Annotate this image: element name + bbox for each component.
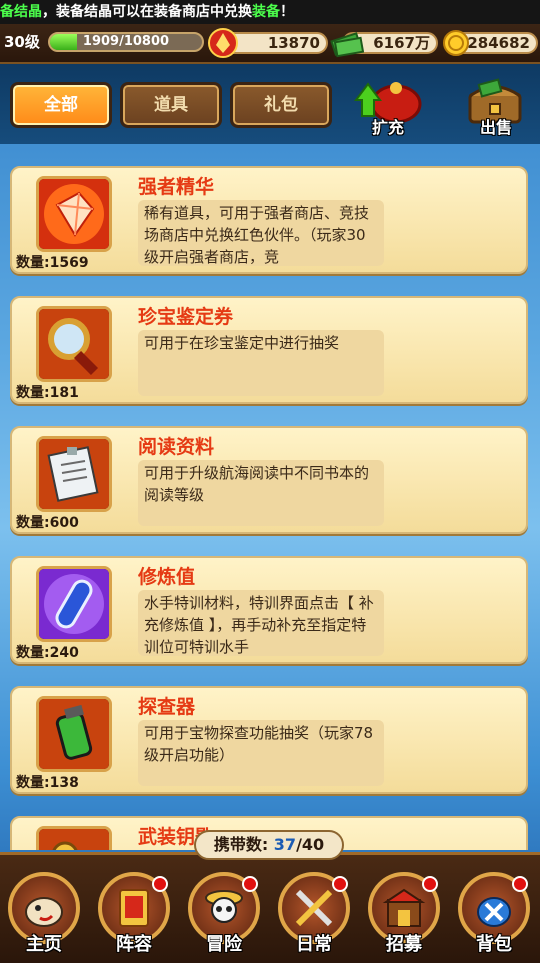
list-item[interactable]: 珍宝鉴定券 可用于在珍宝鉴定中进行抽奖 数量:181 [10,296,528,404]
nav-bag-label: 背包 [476,934,512,955]
sell-label: 出售 [479,118,512,137]
tab-gift[interactable]: 礼包 [230,82,332,128]
nav-adventure-label: 冒险 [206,934,242,955]
item-name: 修炼值 [138,566,196,588]
home-icon [25,897,63,927]
marquee-suffix: ！ [280,4,294,20]
item-quantity: 数量:181 [16,385,79,401]
list-item[interactable]: 强者精华 稀有道具，可用于强者商店、竞技场商店中兑换红色伙伴。（玩家30级开启强… [10,166,528,274]
tab-props-label: 道具 [154,95,188,115]
item-description: 可用于在珍宝鉴定中进行抽奖 [138,330,384,396]
capacity-max: 40 [301,835,325,854]
item-name: 阅读资料 [138,436,215,458]
item-quantity: 数量:138 [16,775,79,791]
power-value: 13870 [267,34,320,52]
nav-adventure-badge [242,876,258,892]
capsule-icon [39,569,109,639]
exp-bar: 1909/10800 [48,32,204,52]
key-icon [39,829,109,850]
item-name: 珍宝鉴定券 [138,306,234,328]
marquee-prefix: 备结晶 [0,4,42,20]
nav-home-label: 主页 [26,934,62,955]
list-item[interactable]: 探查器 可用于宝物探查功能抽奖（玩家78级开启功能） 数量:138 [10,686,528,794]
nav-home[interactable]: 主页 [2,858,86,956]
item-quantity: 数量:600 [16,515,79,531]
tab-gift-label: 礼包 [264,95,298,115]
nav-lineup-label: 阵容 [116,934,152,955]
detector-icon [39,699,109,769]
item-icon-frame [36,306,112,382]
capacity-indicator: 携带数: 37/40 [194,830,344,860]
nav-lineup[interactable]: 阵容 [92,858,176,956]
list-item[interactable]: 阅读资料 可用于升级航海阅读中不同书本的阅读等级 数量:600 [10,426,528,534]
item-icon-frame [36,436,112,512]
cash-value: 6167万 [373,34,430,52]
nav-daily[interactable]: 日常 [272,858,356,956]
nav-recruit-label: 招募 [386,934,422,955]
marquee-highlight: 装备 [252,4,280,20]
nav-adventure[interactable]: 冒险 [182,858,266,956]
swords-icon [295,889,333,927]
crystal-icon [39,179,109,249]
magnifier-icon [39,309,109,379]
capacity-current: 37 [273,835,297,854]
item-icon-frame [36,566,112,642]
cash-icon [330,32,364,58]
status-bar: 30级 1909/10800 13870 6167万 284682 [0,24,540,64]
tab-props[interactable]: 道具 [120,82,222,128]
tab-all[interactable]: 全部 [10,82,112,128]
gold-coin-icon [443,30,469,56]
capacity-label: 携带数: [213,835,269,854]
nav-bag-badge [512,876,528,892]
list-item[interactable]: 修炼值 水手特训材料，特训界面点击【 补充修炼值 】，再手动补充至指定特训位可特… [10,556,528,664]
expand-button[interactable]: 扩充 [348,76,428,138]
item-icon-frame [36,826,112,850]
tab-all-label: 全部 [44,95,78,115]
document-icon [39,439,109,509]
nav-lineup-badge [152,876,168,892]
exp-text: 1909/10800 [82,34,170,49]
nav-daily-badge [332,876,348,892]
nav-recruit[interactable]: 招募 [362,858,446,956]
item-description: 可用于宝物探查功能抽奖（玩家78级开启功能） [138,720,384,786]
nav-bag[interactable]: 背包 [452,858,536,956]
tavern-icon [382,888,426,927]
item-name: 强者精华 [138,176,215,198]
item-icon-frame [36,696,112,772]
nav-recruit-badge [422,876,438,892]
item-list[interactable]: 强者精华 稀有道具，可用于强者商店、竞技场商店中兑换红色伙伴。（玩家30级开启强… [0,150,540,850]
item-description: 水手特训材料，特训界面点击【 补充修炼值 】，再手动补充至指定特训位可特训水手 [138,590,384,656]
item-quantity: 数量:240 [16,645,79,661]
lineup-icon [119,889,149,927]
expand-label: 扩充 [371,118,404,137]
marquee-middle: ，装备结晶可以在装备商店中兑换 [42,4,252,20]
item-description: 可用于升级航海阅读中不同书本的阅读等级 [138,460,384,526]
skull-icon [205,890,243,923]
sell-button[interactable]: 出售 [456,76,536,138]
power-icon [208,28,238,58]
nav-daily-label: 日常 [296,934,332,955]
item-description: 稀有道具，可用于强者商店、竞技场商店中兑换红色伙伴。（玩家30级开启强者商店，竞 [138,200,384,266]
player-level: 30级 [4,33,40,51]
announcement-marquee: 备结晶，装备结晶可以在装备商店中兑换装备！ [0,0,540,24]
item-quantity: 数量:1569 [16,255,89,271]
bag-icon [477,897,511,927]
gold-value: 284682 [467,34,530,52]
item-icon-frame [36,176,112,252]
item-name: 探查器 [138,696,196,718]
